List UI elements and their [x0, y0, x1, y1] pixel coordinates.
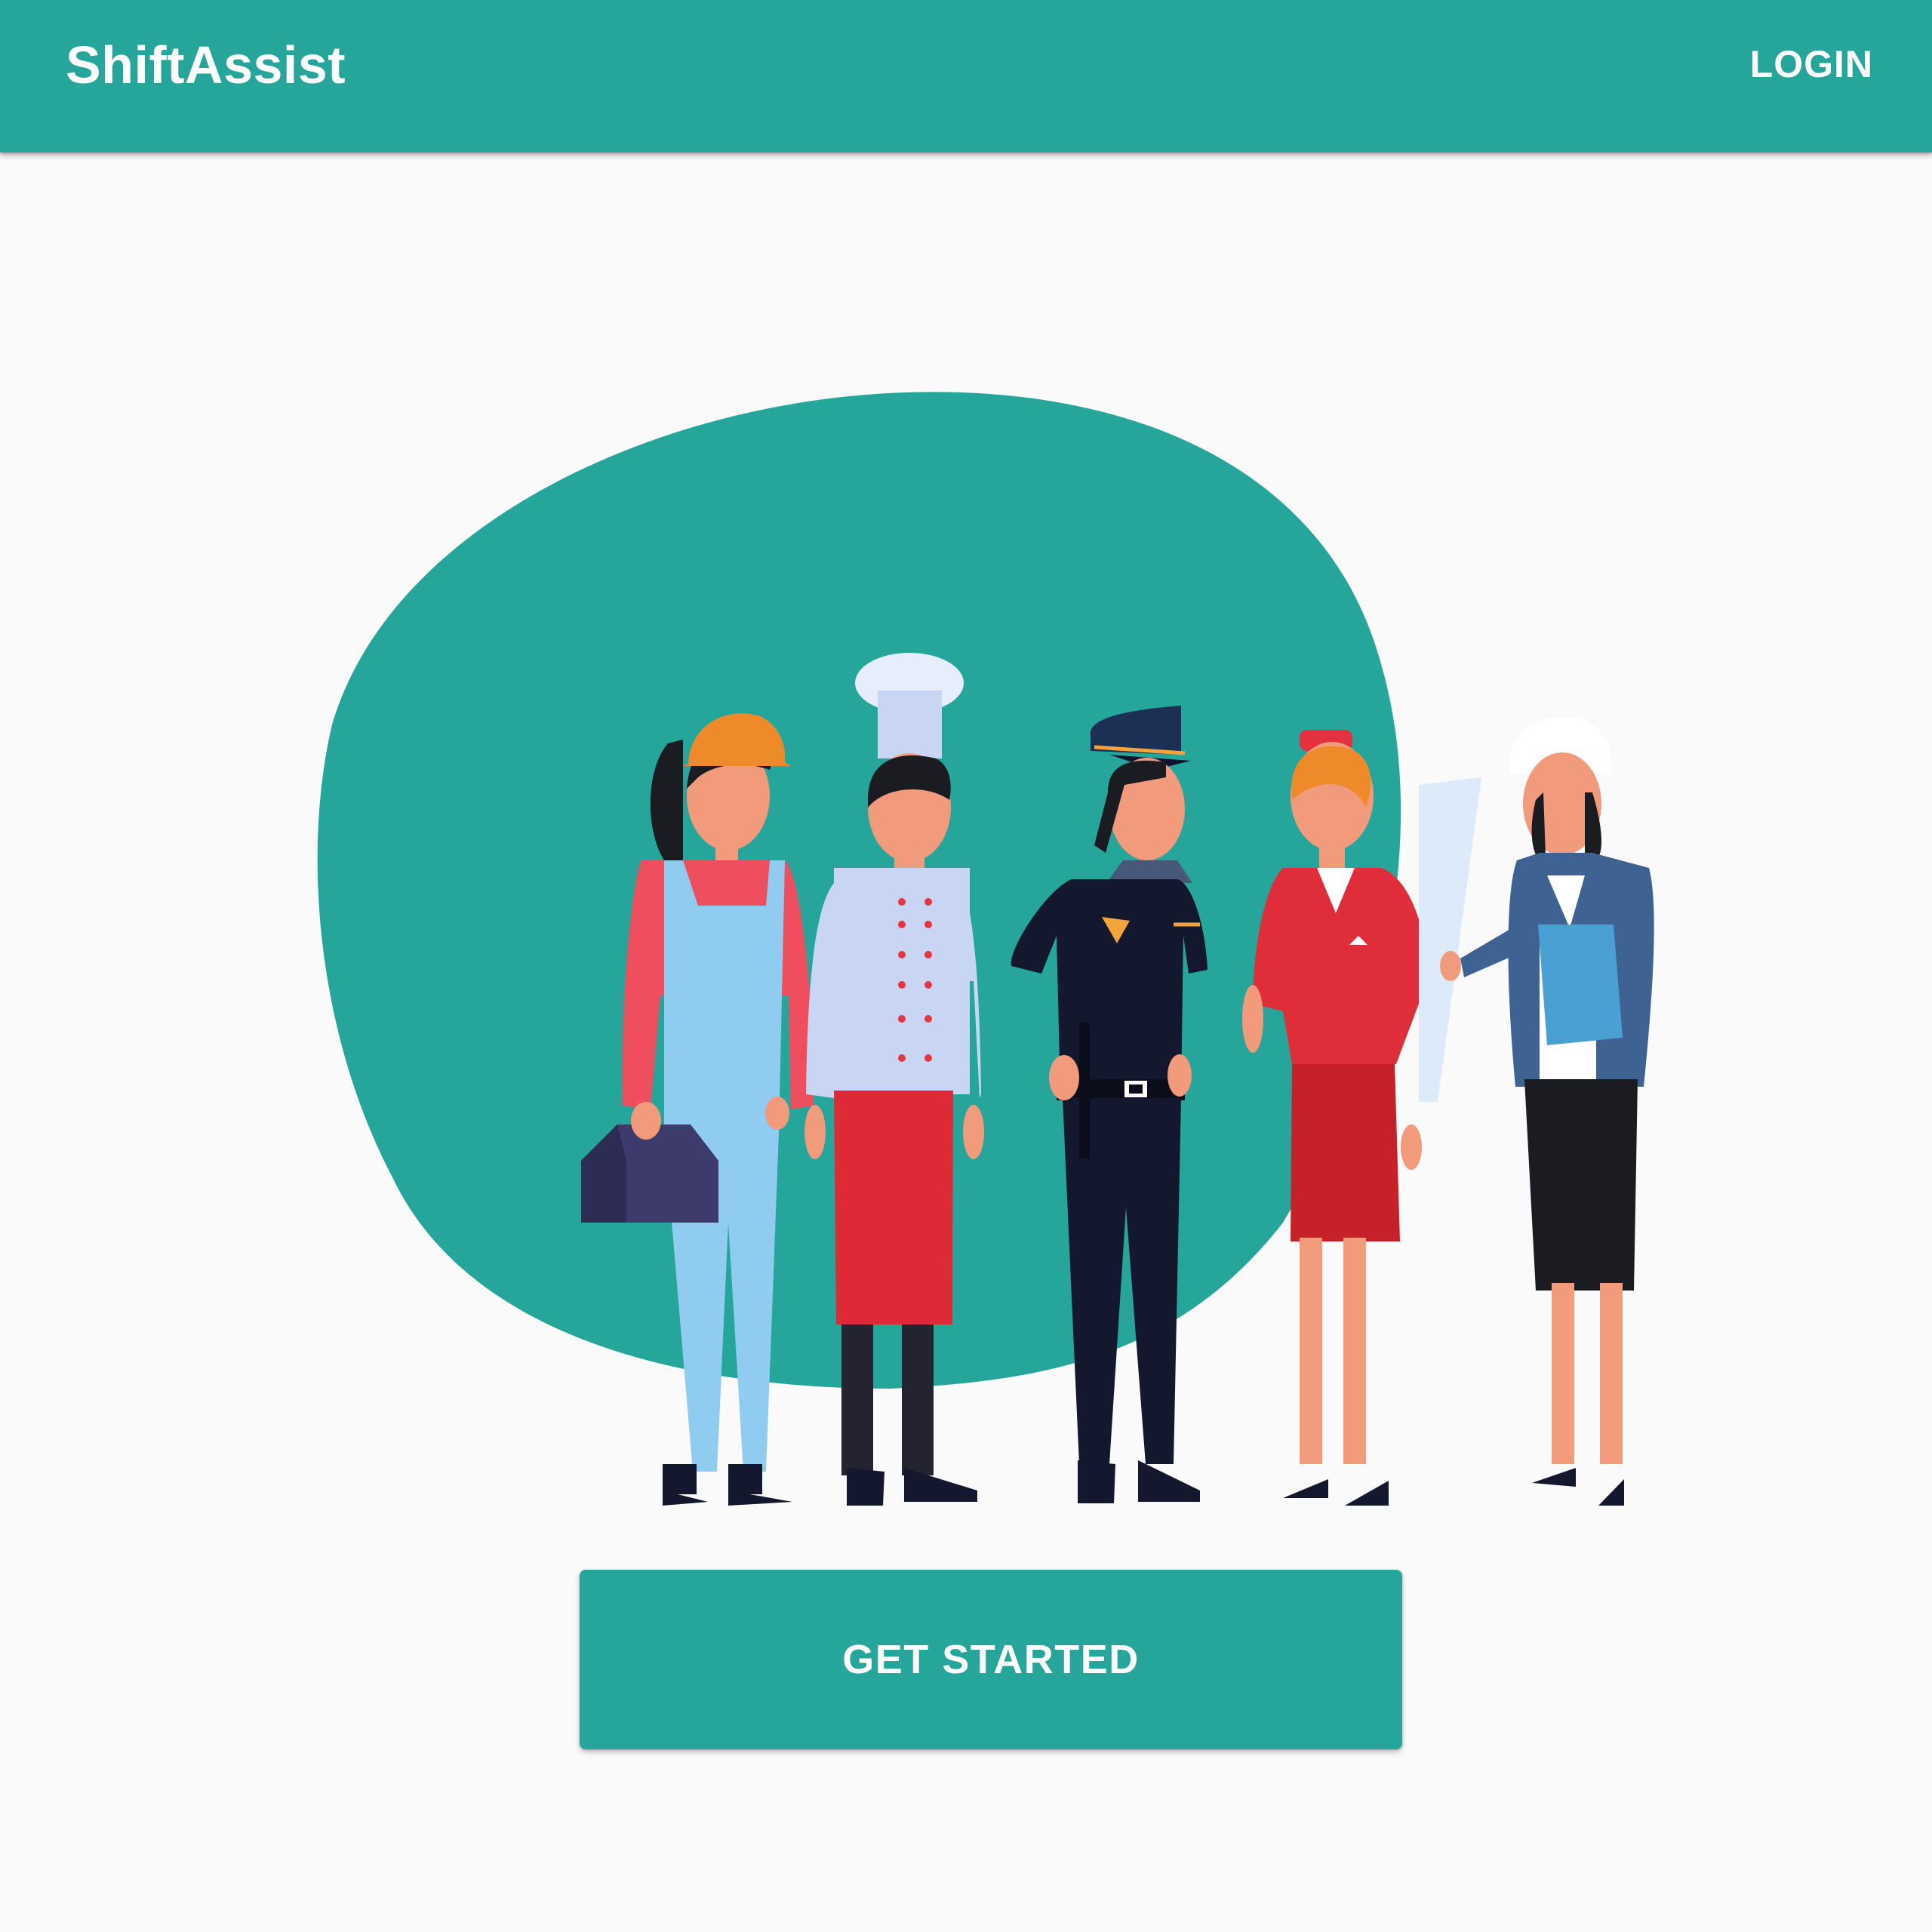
app-title: ShiftAssist	[66, 35, 346, 94]
architect-figure	[1419, 717, 1654, 1506]
login-button[interactable]: LOGIN	[1741, 33, 1882, 95]
landing-page: ShiftAssist LOGIN GET STARTED	[0, 0, 1932, 1932]
get-started-button[interactable]: GET STARTED	[580, 1570, 1402, 1749]
app-bar: ShiftAssist LOGIN	[0, 0, 1932, 152]
